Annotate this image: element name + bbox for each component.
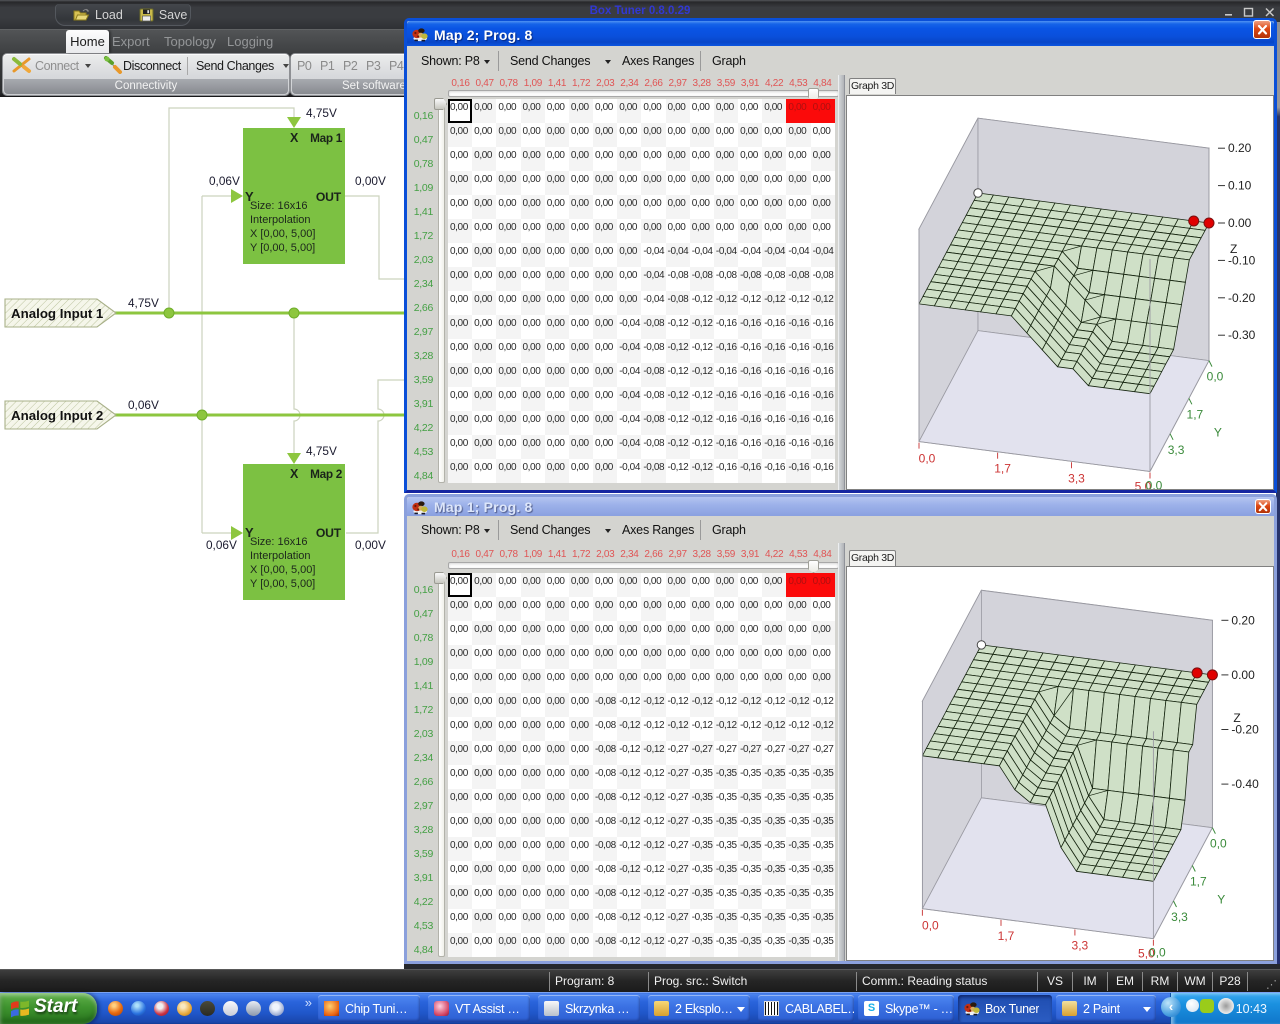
svg-text:0,06V: 0,06V [206,538,237,552]
svg-text:0,0: 0,0 [1146,479,1163,490]
svg-text:4,75V: 4,75V [128,296,159,310]
svg-text:Y: Y [1214,425,1222,439]
svg-text:X: X [290,467,299,481]
svg-text:3,3: 3,3 [1168,443,1185,457]
svg-text:0,00V: 0,00V [355,174,386,188]
svg-text:0.10: 0.10 [1228,179,1252,193]
svg-text:OUT: OUT [316,526,342,540]
svg-text:Analog Input 1: Analog Input 1 [11,306,104,321]
svg-text:X: X [290,131,299,145]
svg-text:0.00: 0.00 [1231,668,1255,682]
svg-text:1,7: 1,7 [994,462,1011,476]
svg-text:Y: Y [1217,893,1225,907]
svg-text:-0.30: -0.30 [1228,328,1256,342]
svg-text:3,3: 3,3 [1072,939,1089,953]
svg-text:Analog Input 2: Analog Input 2 [11,408,103,423]
svg-text:0.20: 0.20 [1231,613,1255,627]
svg-text:Z: Z [1230,242,1237,256]
svg-text:0,0: 0,0 [1210,837,1227,851]
svg-text:3,3: 3,3 [1068,471,1085,485]
svg-text:Z: Z [1233,711,1240,725]
svg-text:0,0: 0,0 [1207,370,1224,384]
svg-text:0,00V: 0,00V [355,538,386,552]
svg-text:Map 2: Map 2 [310,467,343,481]
svg-text:0.20: 0.20 [1228,141,1252,155]
svg-text:3,3: 3,3 [1171,910,1188,924]
svg-text:0.00: 0.00 [1228,216,1252,230]
svg-text:1,7: 1,7 [1187,407,1204,421]
svg-text:OUT: OUT [316,190,342,204]
svg-text:4,75V: 4,75V [306,106,337,120]
svg-text:4,75V: 4,75V [306,444,337,458]
svg-text:0,0: 0,0 [1149,946,1166,960]
svg-text:Map 1: Map 1 [310,131,343,145]
svg-text:0,06V: 0,06V [128,398,159,412]
svg-text:1,7: 1,7 [1190,875,1207,889]
svg-text:0,06V: 0,06V [209,174,240,188]
svg-text:0,0: 0,0 [919,452,936,466]
svg-text:0,0: 0,0 [922,919,939,933]
svg-text:1,7: 1,7 [998,929,1015,943]
svg-text:-0.20: -0.20 [1228,291,1256,305]
svg-text:-0.40: -0.40 [1231,777,1259,791]
